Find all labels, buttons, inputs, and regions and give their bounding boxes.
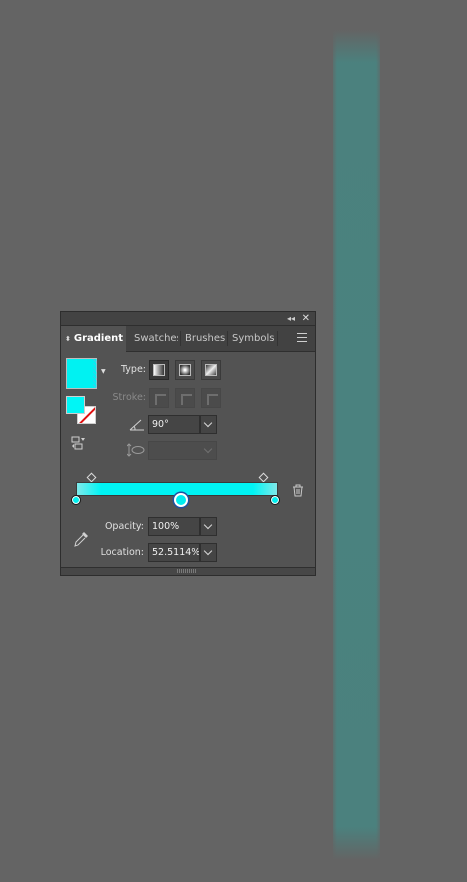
location-input[interactable]: 52.5114% [148,543,200,562]
chevron-down-icon [203,546,213,556]
tab-symbols[interactable]: Symbols [232,326,274,351]
fill-swatch[interactable] [66,396,85,414]
canvas-gradient-strip[interactable] [333,30,380,860]
panel-title-bar[interactable]: ◂◂ ✕ [61,312,315,326]
gradient-midpoint-diamond[interactable] [86,472,97,483]
gradient-stop-right[interactable] [270,495,280,505]
chevron-down-icon [203,418,213,428]
close-icon[interactable]: ✕ [302,312,310,325]
angle-icon [129,419,144,431]
stroke-along-button [175,388,195,408]
tab-gradient-label: Gradient [73,333,124,344]
panel-tab-bar: ⬍ Gradient Swatches Brushes Symbols [61,326,315,352]
gradient-panel: ◂◂ ✕ ⬍ Gradient Swatches Brushes Symbols … [60,311,316,576]
gradient-midpoint-diamond[interactable] [258,472,269,483]
stroke-label: Stroke: [112,392,146,403]
tab-symbols-label: Symbols [232,333,274,344]
resize-grip[interactable] [177,569,197,573]
linear-gradient-button[interactable] [149,360,169,380]
angle-input[interactable]: 90° [148,415,200,434]
sort-icon: ⬍ [65,335,71,343]
swap-icon[interactable] [71,436,87,450]
gradient-stop-selected[interactable] [174,493,188,507]
gradient-stop-left[interactable] [71,495,81,505]
tab-gradient[interactable]: ⬍ Gradient [61,326,126,352]
tab-swatches[interactable]: Swatches [134,326,178,351]
freeform-gradient-button[interactable] [201,360,221,380]
aspect-ratio-icon [127,443,145,457]
angle-dropdown[interactable] [200,415,217,434]
aspect-ratio-input [148,441,217,460]
collapse-icon[interactable]: ◂◂ [287,312,295,325]
trash-icon[interactable] [292,484,304,497]
location-label: Location: [100,547,144,558]
stroke-across-button [201,388,221,408]
opacity-label: Opacity: [104,521,144,532]
panel-footer [61,567,315,575]
tab-brushes[interactable]: Brushes [185,326,225,351]
tab-swatches-label: Swatches [134,333,178,344]
chevron-down-icon [203,520,213,530]
tab-brushes-label: Brushes [185,333,225,344]
menu-icon[interactable] [297,333,307,343]
type-label: Type: [120,364,146,375]
radial-gradient-button[interactable] [175,360,195,380]
eyedropper-icon[interactable] [72,530,90,548]
chevron-down-icon [203,444,213,454]
opacity-dropdown[interactable] [200,517,217,536]
stroke-within-button [149,388,169,408]
opacity-input[interactable]: 100% [148,517,200,536]
chevron-down-icon[interactable]: ▼ [101,368,106,375]
location-dropdown[interactable] [200,543,217,562]
gradient-fill-swatch[interactable] [66,358,97,389]
